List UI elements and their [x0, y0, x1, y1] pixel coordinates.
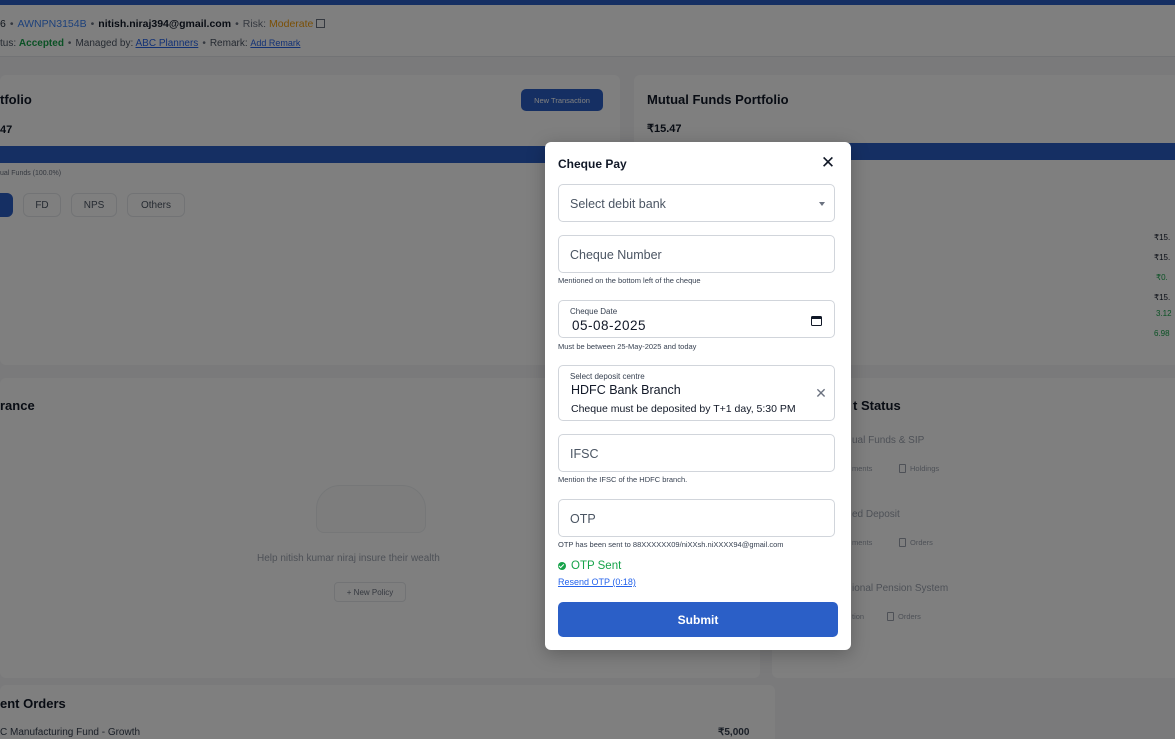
resend-otp-link[interactable]: Resend OTP (0:18): [558, 577, 636, 587]
ifsc-placeholder: IFSC: [570, 447, 599, 461]
cheque-pay-modal: Cheque Pay ✕ Select debit bank Cheque Nu…: [545, 142, 851, 650]
otp-helper: OTP has been sent to 88XXXXXX09/niXXsh.n…: [558, 540, 784, 549]
cheque-number-helper: Mentioned on the bottom left of the cheq…: [558, 276, 701, 285]
deposit-centre-label: Select deposit centre: [570, 372, 645, 381]
submit-button[interactable]: Submit: [558, 602, 838, 637]
cheque-date-helper: Must be between 25-May-2025 and today: [558, 342, 697, 351]
dropdown-caret-icon: [819, 202, 825, 206]
otp-sent-status: OTP Sent: [558, 560, 621, 572]
clear-icon[interactable]: ✕: [814, 386, 828, 400]
cheque-date-input[interactable]: Cheque Date 05-08-2025: [558, 300, 835, 338]
cheque-date-value: 05-08-2025: [572, 318, 647, 333]
cheque-number-placeholder: Cheque Number: [570, 248, 662, 262]
otp-sent-label: OTP Sent: [571, 560, 622, 572]
deposit-centre-value: HDFC Bank Branch: [571, 383, 681, 397]
debit-bank-select[interactable]: Select debit bank: [558, 184, 835, 222]
otp-input[interactable]: OTP: [558, 499, 835, 537]
deposit-centre-select[interactable]: Select deposit centre HDFC Bank Branch C…: [558, 365, 835, 421]
debit-bank-placeholder: Select debit bank: [570, 197, 666, 211]
close-icon[interactable]: ✕: [819, 154, 837, 172]
otp-placeholder: OTP: [570, 512, 596, 526]
check-circle-icon: [558, 562, 566, 570]
cheque-date-label: Cheque Date: [570, 307, 618, 316]
ifsc-input[interactable]: IFSC: [558, 434, 835, 472]
cheque-number-input[interactable]: Cheque Number: [558, 235, 835, 273]
deposit-centre-note: Cheque must be deposited by T+1 day, 5:3…: [571, 403, 796, 415]
calendar-icon[interactable]: [811, 316, 822, 326]
modal-title: Cheque Pay: [558, 157, 627, 171]
ifsc-helper: Mention the IFSC of the HDFC branch.: [558, 475, 688, 484]
